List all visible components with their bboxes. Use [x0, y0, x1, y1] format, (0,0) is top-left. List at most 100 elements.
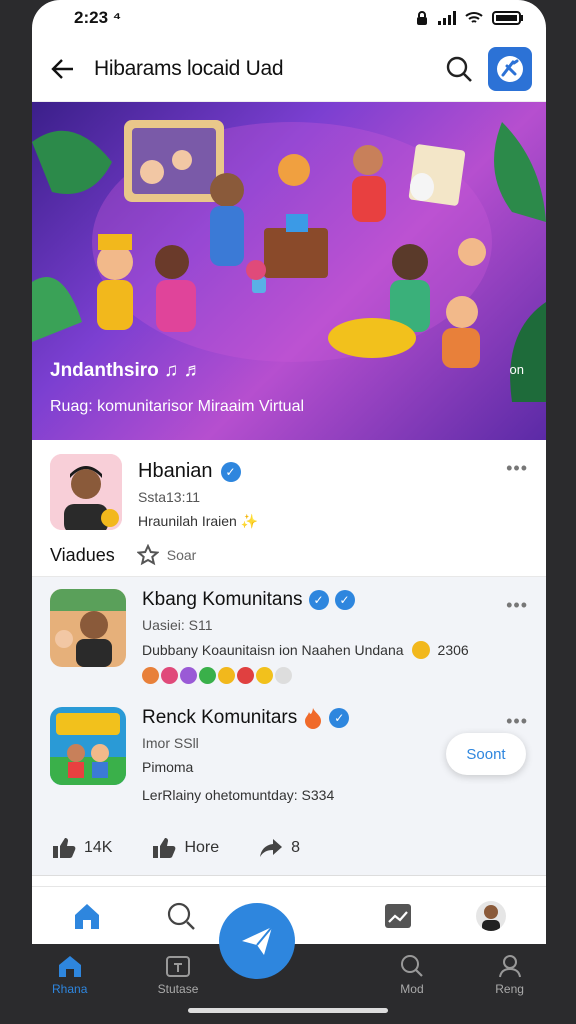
nav-item-home[interactable]: Rhana [52, 954, 87, 1024]
nav-item-status[interactable]: Stutase [157, 954, 199, 1024]
list-item[interactable]: Kbang Komunitans ✓ ✓ Uasiei: S11 Dubbany… [32, 585, 546, 703]
hero-subtitle: Ruag: komunitarisor Miraaim Virtual [50, 398, 305, 415]
post-body: Renck Komunitars ✓ Imor SSll Pimoma LerR… [142, 707, 350, 815]
profile-avatar-small[interactable] [476, 900, 506, 931]
post-description-text: Pimoma [142, 759, 194, 775]
fire-icon [305, 708, 322, 729]
status-icons [415, 10, 524, 26]
nav-label: Stutase [157, 982, 199, 996]
emoji-icon [411, 641, 430, 659]
nav-label: Reng [495, 982, 524, 996]
more-button[interactable]: Hore [152, 837, 219, 859]
shares-count: 8 [291, 839, 301, 856]
search-icon[interactable] [444, 54, 474, 84]
post-extra-text: LerRlainy ohetomuntday: S334 [142, 787, 335, 803]
nav-label: Rhana [52, 982, 88, 996]
brand-logo-button[interactable] [488, 46, 532, 91]
community-feed: Kbang Komunitans ✓ ✓ Uasiei: S11 Dubbany… [32, 577, 546, 876]
nav-item-search[interactable]: Mod [399, 954, 425, 1024]
post-actions: 14K Hore 8 [32, 815, 546, 876]
profile-card[interactable]: Hbanian ✓ Ssta13:11 Hraunilah Iraien ✨ •… [32, 440, 546, 538]
share-button[interactable]: 8 [259, 837, 300, 859]
reaction-icon [142, 667, 159, 684]
reaction-icon [199, 667, 216, 684]
status-bar: 2:23 ⁴ [32, 0, 546, 36]
like-button[interactable]: 14K [52, 837, 112, 859]
shield-badge-icon: ✓ [308, 590, 329, 610]
profile-name-row: Hbanian ✓ [138, 460, 258, 483]
verified-icon: ✓ [329, 708, 350, 728]
post-meta: Uasiei: S11 [142, 617, 213, 633]
post-thumbnail-image [50, 707, 126, 785]
home-icon [58, 956, 81, 977]
reaction-icon [218, 667, 235, 684]
profile-name: Hbanian [138, 460, 213, 482]
share-arrow-icon [260, 839, 283, 857]
profile-avatar[interactable] [50, 454, 122, 530]
hero-illustration [32, 120, 546, 402]
post-extra: LerRlainy ohetomuntday: S334 [142, 787, 349, 803]
tab-videos[interactable]: Viadues [50, 545, 115, 566]
hero-title: Jndanthsiro ♫ ♬ [50, 360, 203, 381]
post-body: Kbang Komunitans ✓ ✓ Uasiei: S11 Dubbany… [142, 589, 469, 703]
post-title[interactable]: Renck Komunitars [142, 707, 297, 729]
search-icon[interactable] [166, 901, 196, 931]
signal-icon [438, 11, 456, 25]
follow-button[interactable]: Soont [446, 733, 526, 775]
likes-count: 14K [84, 839, 113, 856]
nav-label: Mod [400, 982, 424, 996]
post-title[interactable]: Kbang Komunitans [142, 589, 303, 611]
thumbs-up-icon [153, 838, 176, 858]
avatar-image [482, 904, 500, 931]
reaction-icon [237, 667, 254, 684]
tab-star-label: Soar [166, 547, 197, 563]
tab-star[interactable]: Soar [136, 544, 197, 566]
profile-tagline: Hraunilah Iraien ✨ [138, 513, 259, 529]
post-thumbnail[interactable] [50, 589, 126, 667]
lock-icon [417, 11, 427, 25]
profile-avatar-image [50, 454, 122, 530]
post-description: Dubbany Koaunitaisn ion Naahen Undana [142, 642, 404, 658]
star-icon [136, 544, 159, 566]
reaction-bar[interactable] [142, 667, 469, 684]
more-options-icon[interactable]: ••• [506, 595, 528, 616]
post-count: 2306 [437, 642, 469, 658]
hero-banner[interactable]: Jndanthsiro ♫ ♬ Ruag: komunitarisor Mira… [32, 102, 546, 440]
sparkle-icon [275, 667, 292, 684]
thumbs-up-icon [256, 667, 273, 684]
verified-icon: ✓ [220, 461, 241, 482]
chart-icon[interactable] [383, 902, 413, 930]
calendar-icon [166, 956, 191, 977]
home-icon[interactable] [72, 902, 102, 930]
send-fab-button[interactable] [219, 903, 295, 979]
post-title-row: Renck Komunitars ✓ [142, 707, 350, 729]
tab-bar: Viadues Soar [32, 538, 546, 577]
status-time: 2:23 ⁴ [74, 8, 122, 27]
home-indicator[interactable] [188, 1008, 388, 1013]
post-thumbnail[interactable] [50, 707, 126, 785]
back-arrow-icon[interactable] [46, 55, 80, 83]
post-description-row: Dubbany Koaunitaisn ion Naahen Undana 23… [142, 641, 469, 659]
thumbs-up-icon [53, 838, 76, 858]
verified-icon: ✓ [334, 590, 355, 610]
person-icon [498, 955, 521, 978]
battery-icon [492, 11, 523, 25]
post-meta: Imor SSll [142, 735, 199, 751]
more-label: Hore [184, 839, 220, 856]
list-item[interactable]: Renck Komunitars ✓ Imor SSll Pimoma LerR… [32, 703, 546, 815]
search-icon [400, 955, 423, 977]
more-options-icon[interactable]: ••• [506, 711, 528, 732]
post-description: Pimoma [142, 759, 349, 775]
hero-badge: on [509, 362, 524, 377]
reaction-icon [180, 667, 197, 684]
profile-info: Hbanian ✓ Ssta13:11 Hraunilah Iraien ✨ [138, 454, 258, 538]
page-title: Hibarams locaid Uad [94, 56, 284, 80]
profile-meta: Ssta13:11 [138, 489, 201, 505]
wifi-icon [465, 12, 483, 23]
app-bar: Hibarams locaid Uad [32, 36, 546, 102]
phone-screen: 2:23 ⁴ Hibarams locaid Uad Jndanthsiro ♫… [32, 0, 546, 944]
post-thumbnail-image [50, 589, 126, 667]
more-options-icon[interactable]: ••• [506, 458, 528, 479]
post-title-row: Kbang Komunitans ✓ ✓ [142, 589, 469, 611]
nav-item-profile[interactable]: Reng [495, 954, 524, 1024]
